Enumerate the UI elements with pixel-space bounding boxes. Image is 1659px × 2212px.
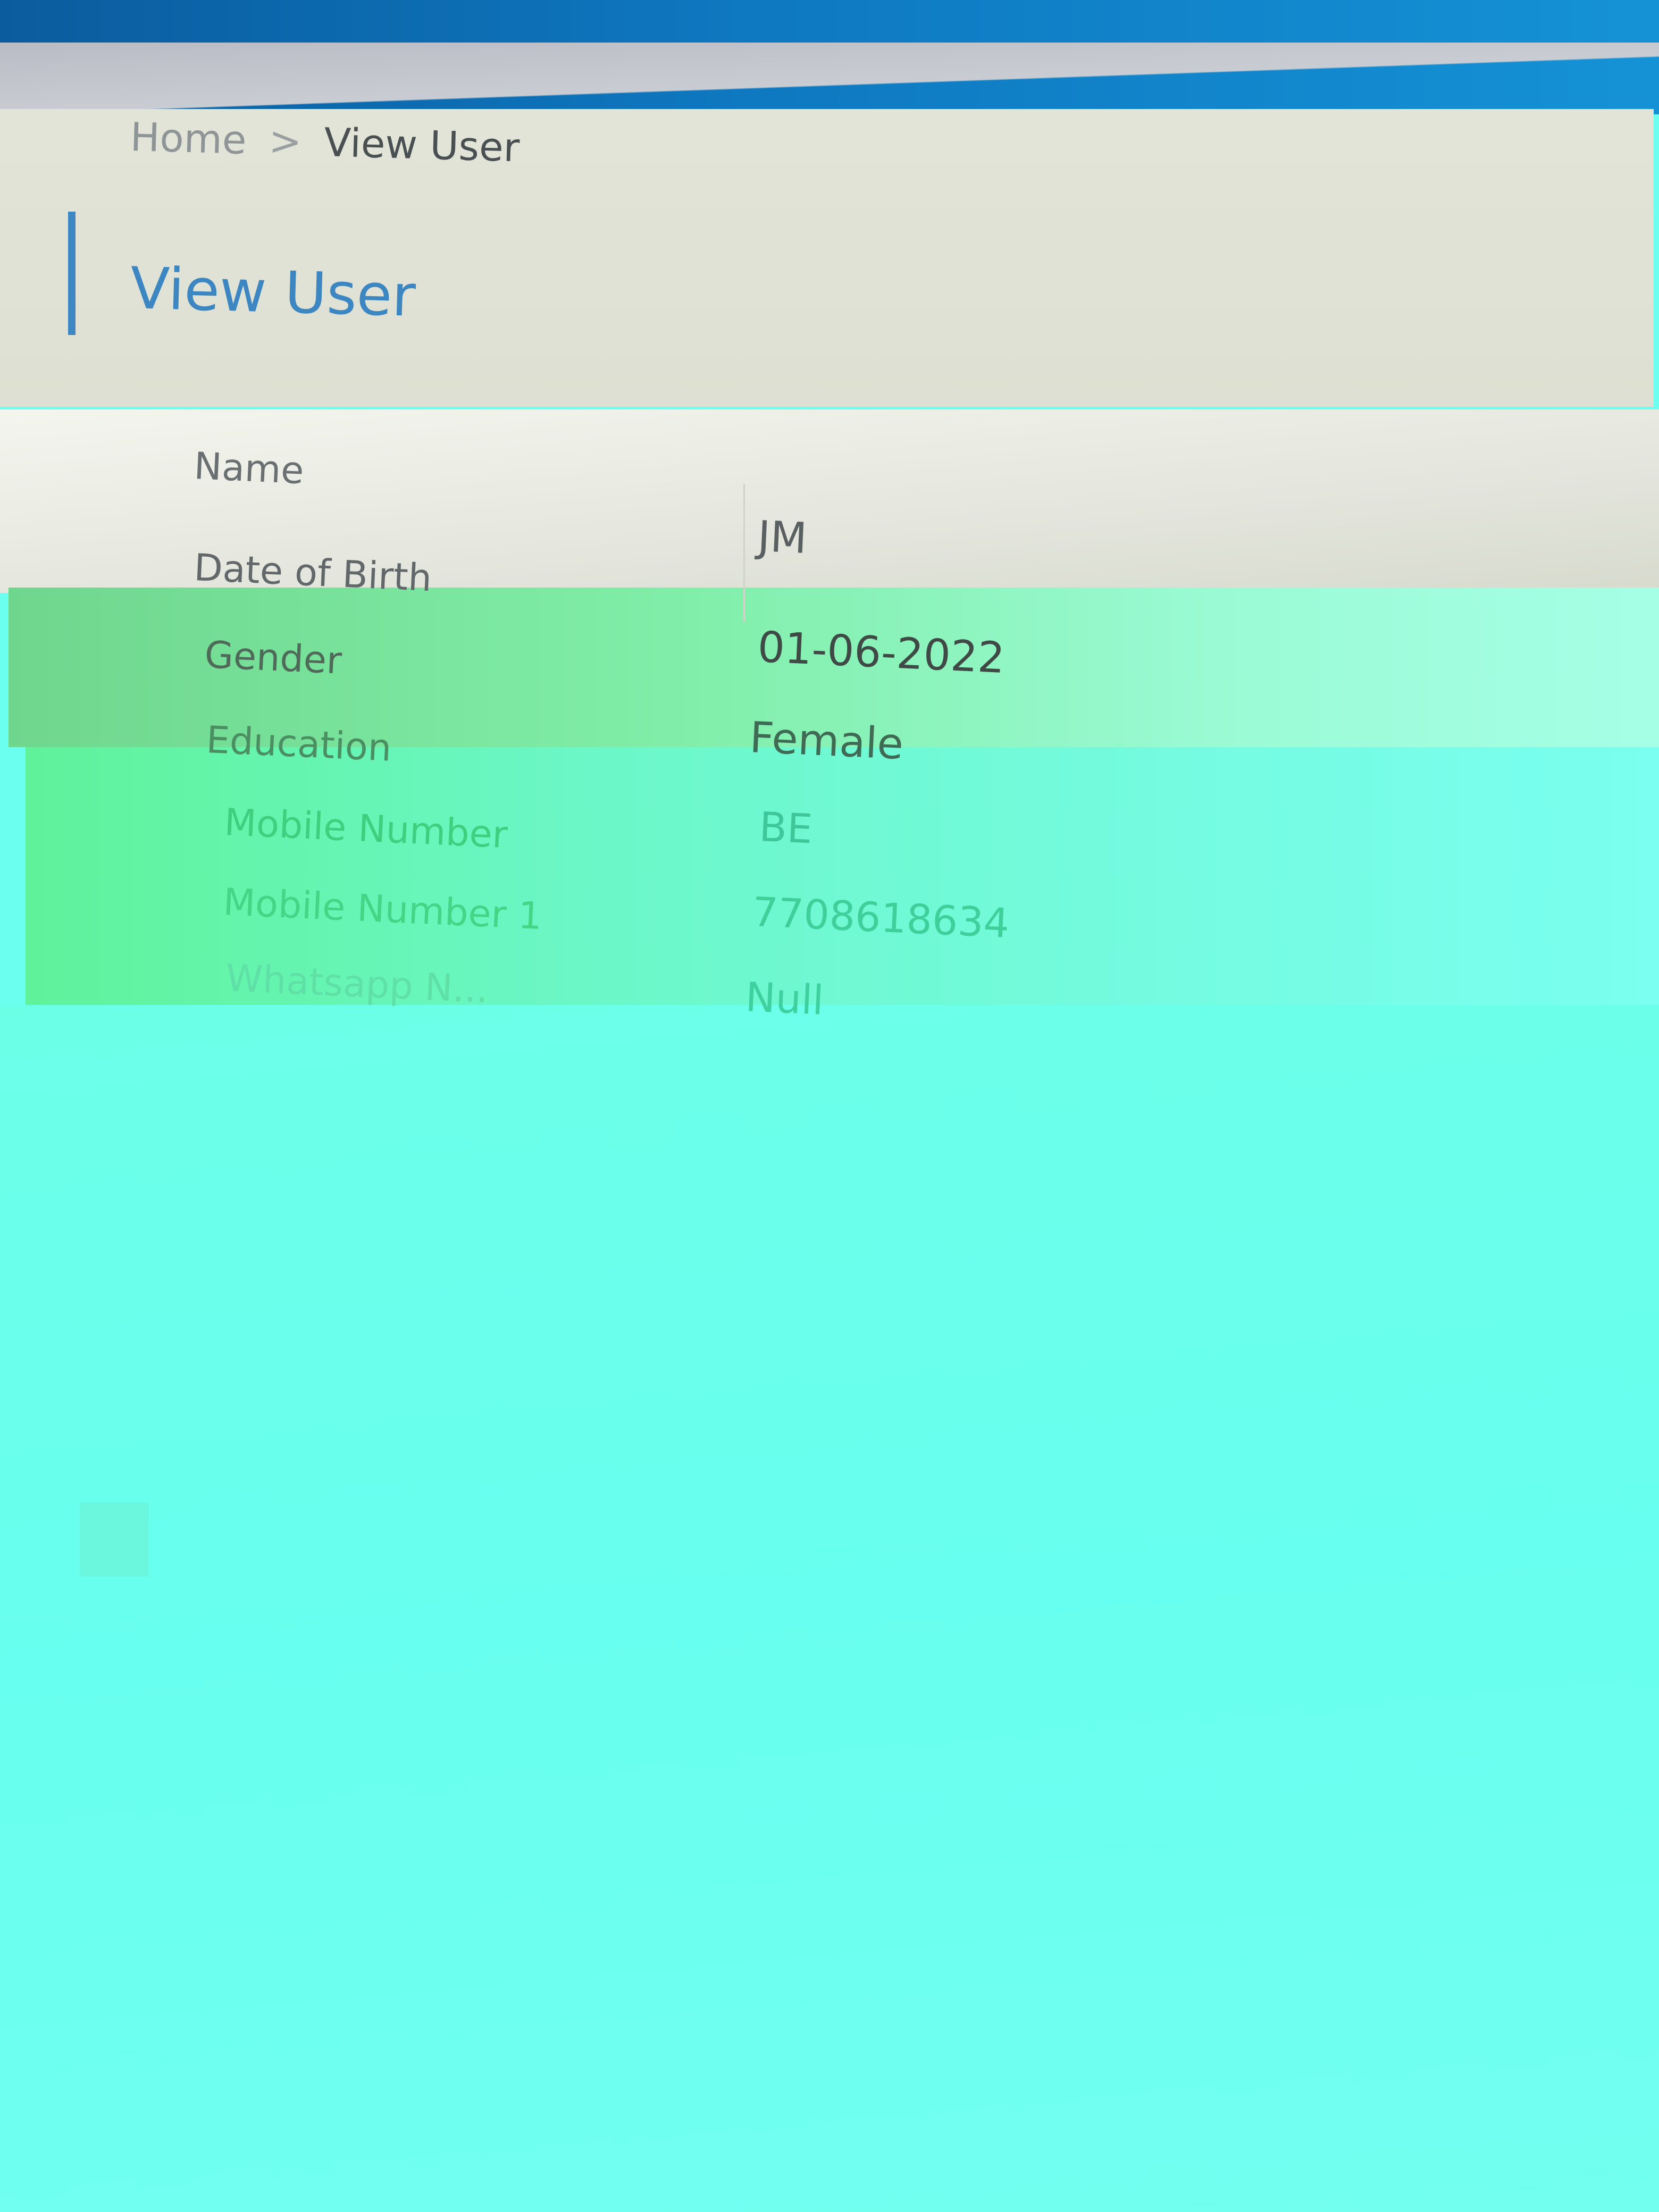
detail-value: BE bbox=[758, 803, 814, 853]
detail-row-whatsapp: Whatsapp N... bbox=[0, 0, 1659, 1011]
detail-label: Name bbox=[193, 444, 305, 493]
detail-label: Education bbox=[205, 718, 393, 770]
detail-label: Mobile Number 1 bbox=[222, 880, 543, 939]
detail-label: Date of Birth bbox=[193, 546, 433, 600]
detail-value: 7708618634 bbox=[751, 888, 1011, 947]
detail-label: Whatsapp N... bbox=[225, 956, 489, 1012]
detail-value: Null bbox=[744, 973, 825, 1024]
detail-value: 01-06-2022 bbox=[756, 622, 1006, 683]
user-details-table: Name JM Date of Birth 01-06-2022 Gender … bbox=[0, 0, 1659, 2212]
detail-label: Gender bbox=[204, 633, 343, 683]
detail-value: Female bbox=[748, 713, 905, 769]
lower-placeholder-box bbox=[80, 1502, 149, 1577]
detail-label: Mobile Number bbox=[223, 800, 509, 857]
detail-value: JM bbox=[756, 512, 808, 564]
